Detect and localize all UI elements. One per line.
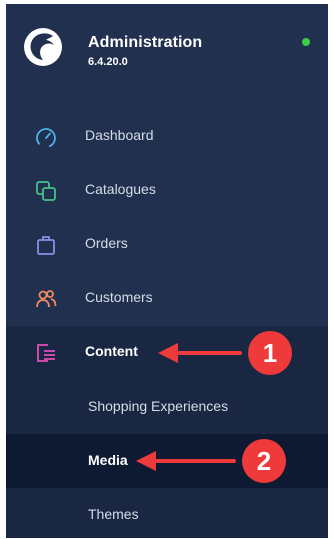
sidebar-item-customers[interactable]: Customers: [6, 272, 328, 326]
shopping-bag-icon: [37, 236, 55, 255]
app-version: 6.4.20.0: [88, 56, 128, 68]
content-icon: [37, 344, 55, 362]
dashboard-gauge-icon: [36, 128, 56, 148]
annotation-badge-2: 2: [242, 439, 286, 483]
sidebar-item-label: Content: [85, 343, 138, 359]
annotation-badge-1: 1: [248, 331, 292, 375]
sidebar-item-label: Dashboard: [85, 127, 154, 143]
annotation-arrow-2: [136, 451, 236, 471]
sidebar-subitem-label: Shopping Experiences: [88, 398, 229, 414]
annotation-arrow-1: [158, 343, 242, 363]
sidebar-subitem-label: Themes: [88, 506, 139, 522]
sidebar-header: Administration 6.4.20.0: [6, 4, 328, 94]
sidebar-subitem-themes[interactable]: Themes: [6, 488, 328, 538]
sidebar-item-label: Orders: [85, 235, 128, 251]
sidebar-item-dashboard[interactable]: Dashboard: [6, 110, 328, 164]
shopware-logo-icon[interactable]: [24, 28, 62, 66]
admin-sidebar: Administration 6.4.20.0 Dashboard Catalo…: [6, 4, 328, 538]
sidebar-item-label: Catalogues: [85, 181, 156, 197]
status-indicator: [302, 38, 310, 46]
sidebar-subitem-shopping-experiences[interactable]: Shopping Experiences: [6, 380, 328, 434]
sidebar-item-orders[interactable]: Orders: [6, 218, 328, 272]
users-icon: [36, 290, 57, 308]
sidebar-item-catalogues[interactable]: Catalogues: [6, 164, 328, 218]
sidebar-subitem-label: Media: [88, 452, 128, 468]
sidebar-item-label: Customers: [85, 289, 153, 305]
app-title: Administration: [88, 34, 203, 51]
catalogues-icon: [36, 181, 56, 201]
